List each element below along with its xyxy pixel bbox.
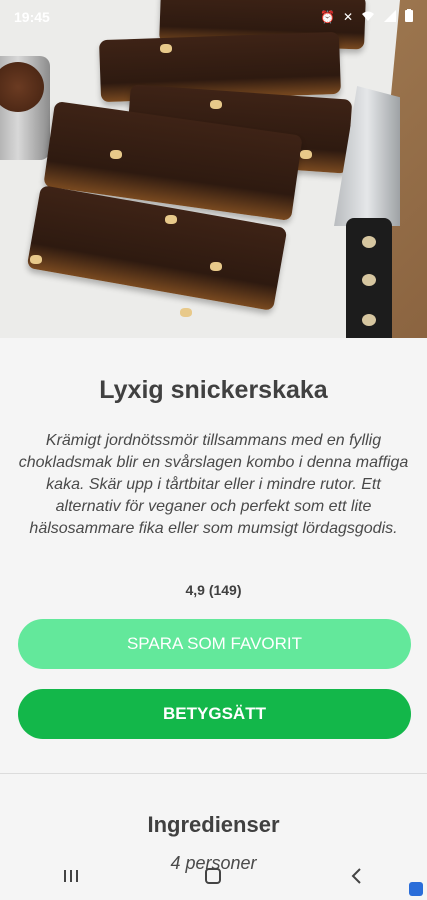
peanut <box>160 44 172 53</box>
recipe-details: Lyxig snickerskaka Krämigt jordnötssmör … <box>0 338 427 900</box>
knife-rivet <box>362 274 376 286</box>
cocoa-bowl <box>0 56 50 160</box>
signal-icon <box>383 9 397 25</box>
peanut <box>30 255 42 264</box>
peanut <box>210 262 222 271</box>
alarm-icon: ⏰ <box>319 10 335 24</box>
ingredients-heading: Ingredienser <box>147 812 280 837</box>
system-nav-bar <box>0 852 427 900</box>
knife-rivet <box>362 314 376 326</box>
back-icon[interactable] <box>336 856 376 896</box>
recipe-rating: 4,9 (149) <box>185 582 242 598</box>
peanut <box>300 150 312 159</box>
battery-icon <box>405 9 413 25</box>
save-favorite-button[interactable]: SPARA SOM FAVORIT <box>18 619 411 669</box>
recipe-screen: 19:45 ⏰ ✕ Lyxig snickerskaka Krämigt jor… <box>0 0 427 900</box>
divider <box>0 773 427 774</box>
home-icon[interactable] <box>193 856 233 896</box>
status-icons: ⏰ ✕ <box>320 9 413 25</box>
wifi-icon <box>361 10 375 25</box>
recipe-description: Krämigt jordnötssmör tillsammans med en … <box>18 432 409 537</box>
knife-handle <box>346 218 392 338</box>
peanut <box>110 150 122 159</box>
peanut <box>165 215 177 224</box>
recipe-image <box>0 0 427 338</box>
rate-button[interactable]: BETYGSÄTT <box>18 689 411 739</box>
mute-icon: ✕ <box>342 10 353 24</box>
peanut <box>210 100 222 109</box>
status-time: 19:45 <box>14 9 50 25</box>
knife-rivet <box>362 236 376 248</box>
status-bar: 19:45 ⏰ ✕ <box>0 0 427 34</box>
peanut <box>180 308 192 317</box>
recent-apps-icon[interactable] <box>51 856 91 896</box>
lock-icon <box>409 882 423 896</box>
recipe-title: Lyxig snickerskaka <box>99 376 328 404</box>
